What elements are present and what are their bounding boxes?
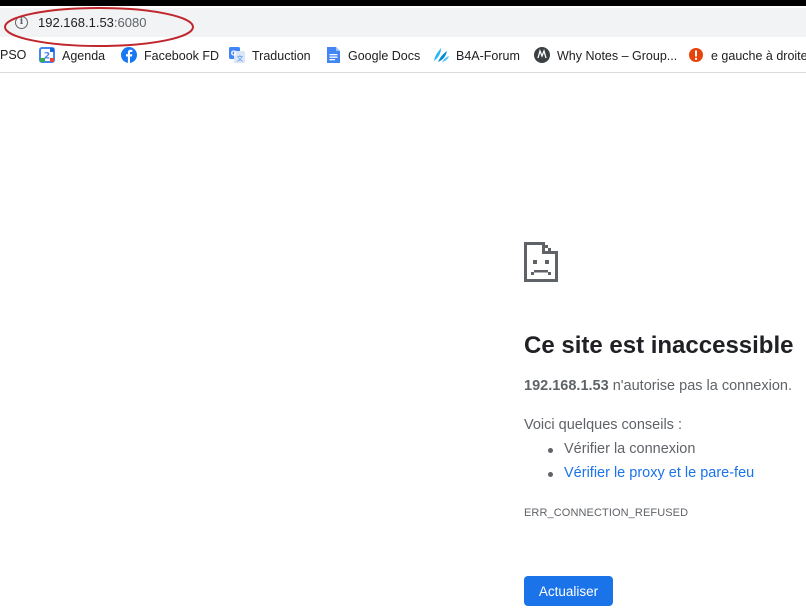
bookmark-pso[interactable]: PSO bbox=[0, 47, 26, 65]
suggestions-title: Voici quelques conseils : bbox=[524, 417, 682, 433]
bookmark-label: Traduction bbox=[252, 49, 311, 63]
svg-text:文: 文 bbox=[237, 54, 244, 63]
bookmark-label: Google Docs bbox=[348, 49, 421, 63]
bookmark-google-docs[interactable]: Google Docs bbox=[325, 47, 420, 65]
url-host: 192.168.1.53 bbox=[38, 15, 114, 30]
alert-icon bbox=[689, 48, 703, 62]
url-text[interactable]: 192.168.1.53:6080 bbox=[38, 15, 146, 31]
bookmark-traduction[interactable]: G 文 Traduction bbox=[229, 47, 311, 65]
facebook-icon bbox=[121, 47, 137, 63]
url-port: :6080 bbox=[113, 15, 147, 30]
whynotes-icon bbox=[534, 47, 550, 63]
b4a-icon bbox=[434, 48, 449, 62]
sad-page-icon bbox=[524, 242, 558, 282]
translate-icon: G 文 bbox=[229, 47, 245, 63]
bookmark-label: Facebook FD bbox=[144, 49, 220, 63]
svg-text:2: 2 bbox=[44, 52, 50, 62]
bookmarks-bar: PSO 2 Agenda Facebook FD G 文 Traduction bbox=[0, 40, 806, 73]
bookmark-label: Agenda bbox=[62, 49, 106, 63]
bookmark-label: Why Notes – Group... bbox=[557, 49, 678, 63]
window-top-edge bbox=[0, 0, 806, 6]
bookmark-facebook-fd[interactable]: Facebook FD bbox=[121, 47, 219, 65]
address-bar[interactable]: i 192.168.1.53:6080 bbox=[0, 8, 806, 37]
suggestions-list: Vérifier la connexion Vérifier le proxy … bbox=[524, 441, 754, 489]
error-host: 192.168.1.53 bbox=[524, 378, 609, 394]
suggestion-item: Vérifier le proxy et le pare-feu bbox=[524, 465, 754, 489]
bookmark-label: PSO bbox=[0, 48, 27, 62]
bookmark-agenda[interactable]: 2 Agenda bbox=[39, 47, 105, 65]
suggestion-item: Vérifier la connexion bbox=[524, 441, 754, 465]
error-message-text: n'autorise pas la connexion. bbox=[608, 378, 793, 394]
suggestion-check-connection: Vérifier la connexion bbox=[564, 441, 696, 457]
bookmark-why-notes[interactable]: Why Notes – Group... bbox=[534, 47, 677, 65]
error-title: Ce site est inaccessible bbox=[524, 332, 794, 359]
bookmark-gauche-droite[interactable]: e gauche à droite bbox=[688, 47, 806, 65]
docs-icon bbox=[327, 47, 340, 63]
error-code: ERR_CONNECTION_REFUSED bbox=[524, 507, 689, 519]
bookmark-label: e gauche à droite bbox=[711, 49, 806, 63]
suggestion-proxy-firewall-link[interactable]: Vérifier le proxy et le pare-feu bbox=[564, 465, 754, 481]
bookmark-b4a-forum[interactable]: B4A-Forum bbox=[433, 47, 520, 65]
bookmark-label: B4A-Forum bbox=[456, 49, 520, 63]
calendar-icon: 2 bbox=[39, 47, 55, 63]
info-icon[interactable]: i bbox=[15, 16, 28, 29]
error-message: 192.168.1.53 n'autorise pas la connexion… bbox=[524, 378, 792, 394]
reload-button[interactable]: Actualiser bbox=[524, 576, 613, 606]
